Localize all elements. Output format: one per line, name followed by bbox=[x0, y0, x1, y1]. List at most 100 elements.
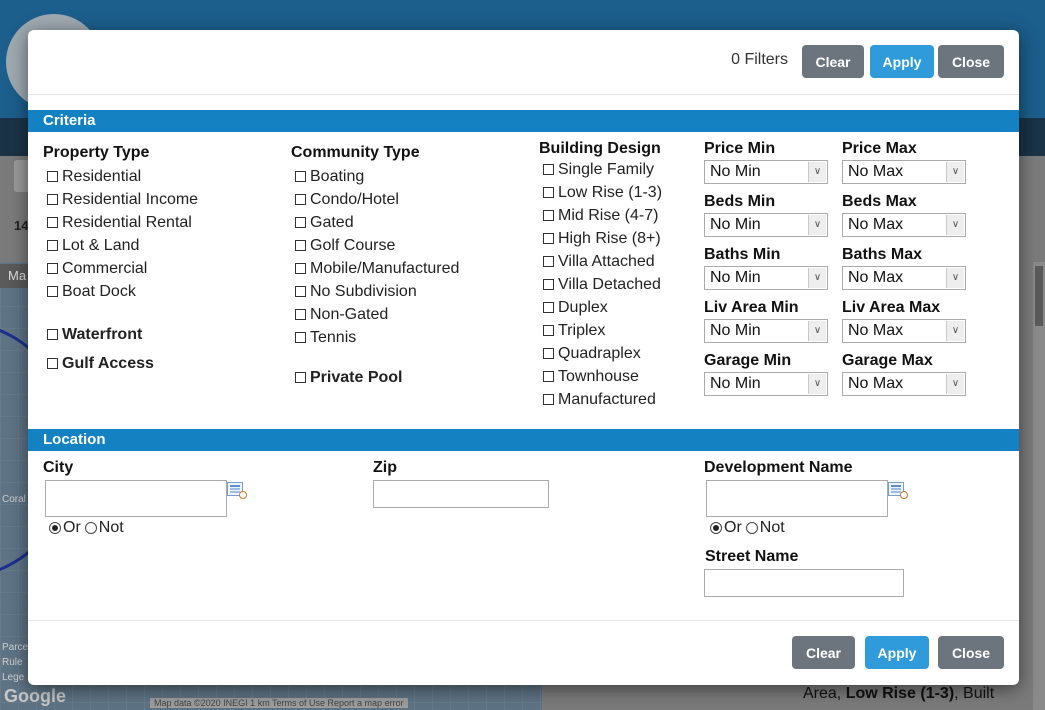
checkbox-residential-rental[interactable]: Residential Rental bbox=[43, 211, 198, 234]
garage-max-select[interactable]: No Max ∨ bbox=[842, 372, 966, 396]
footer-close-button[interactable]: Close bbox=[938, 636, 1004, 669]
checkbox-box[interactable] bbox=[295, 240, 306, 251]
chevron-down-icon[interactable]: ∨ bbox=[946, 215, 964, 235]
checkbox-golf-course[interactable]: Golf Course bbox=[291, 234, 459, 257]
checkbox-box[interactable] bbox=[295, 332, 306, 343]
checkbox-box[interactable] bbox=[543, 210, 554, 221]
chevron-down-icon[interactable]: ∨ bbox=[946, 162, 964, 182]
checkbox-box[interactable] bbox=[47, 194, 58, 205]
footer-apply-button[interactable]: Apply bbox=[865, 636, 929, 669]
garage-min-select[interactable]: No Min ∨ bbox=[704, 372, 828, 396]
chevron-down-icon[interactable]: ∨ bbox=[808, 162, 826, 182]
clear-button[interactable]: Clear bbox=[802, 45, 864, 78]
checkbox-label: Gulf Access bbox=[62, 354, 154, 372]
checkbox-label: Single Family bbox=[558, 160, 655, 178]
community-type-list: Boating Condo/Hotel Gated Golf Course Mobile… bbox=[291, 165, 459, 349]
city-not-radio[interactable] bbox=[84, 522, 97, 534]
chevron-down-icon[interactable]: ∨ bbox=[808, 321, 826, 341]
city-input[interactable] bbox=[45, 480, 227, 517]
beds-min-select[interactable]: No Min ∨ bbox=[704, 213, 828, 237]
checkbox-box[interactable] bbox=[295, 171, 306, 182]
checkbox-box[interactable] bbox=[543, 233, 554, 244]
checkbox-gated[interactable]: Gated bbox=[291, 211, 459, 234]
checkbox-single-family[interactable]: Single Family bbox=[539, 158, 662, 181]
price-min-select[interactable]: No Min ∨ bbox=[704, 160, 828, 184]
development-name-input[interactable] bbox=[706, 480, 888, 517]
checkbox-box[interactable] bbox=[295, 309, 306, 320]
baths-min-select[interactable]: No Min ∨ bbox=[704, 266, 828, 290]
apply-button[interactable]: Apply bbox=[870, 45, 934, 78]
checkbox-box[interactable] bbox=[543, 394, 554, 405]
development-not-radio[interactable] bbox=[745, 522, 758, 534]
checkbox-boating[interactable]: Boating bbox=[291, 165, 459, 188]
development-or-radio[interactable] bbox=[710, 522, 722, 534]
chevron-down-icon[interactable]: ∨ bbox=[946, 321, 964, 341]
checkbox-box[interactable] bbox=[47, 286, 58, 297]
baths-max-select[interactable]: No Max ∨ bbox=[842, 266, 966, 290]
checkbox-label: High Rise (8+) bbox=[558, 229, 661, 247]
checkbox-high-rise-8[interactable]: High Rise (8+) bbox=[539, 227, 662, 250]
checkbox-residential[interactable]: Residential bbox=[43, 165, 198, 188]
zip-input[interactable] bbox=[373, 480, 549, 508]
checkbox-box[interactable] bbox=[295, 217, 306, 228]
checkbox-private-pool[interactable]: Private Pool bbox=[291, 366, 459, 389]
checkbox-townhouse[interactable]: Townhouse bbox=[539, 365, 662, 388]
footer-clear-button[interactable]: Clear bbox=[792, 636, 855, 669]
checkbox-quadraplex[interactable]: Quadraplex bbox=[539, 342, 662, 365]
checkbox-box[interactable] bbox=[47, 329, 58, 340]
checkbox-box[interactable] bbox=[47, 171, 58, 182]
chevron-down-icon[interactable]: ∨ bbox=[808, 215, 826, 235]
checkbox-duplex[interactable]: Duplex bbox=[539, 296, 662, 319]
checkbox-boat-dock[interactable]: Boat Dock bbox=[43, 280, 198, 303]
checkbox-box[interactable] bbox=[295, 263, 306, 274]
checkbox-commercial[interactable]: Commercial bbox=[43, 257, 198, 280]
checkbox-box[interactable] bbox=[543, 187, 554, 198]
checkbox-triplex[interactable]: Triplex bbox=[539, 319, 662, 342]
checkbox-box[interactable] bbox=[543, 348, 554, 359]
checkbox-box[interactable] bbox=[543, 302, 554, 313]
checkbox-gulf-access[interactable]: Gulf Access bbox=[43, 349, 198, 378]
checkbox-manufactured[interactable]: Manufactured bbox=[539, 388, 662, 411]
checkbox-waterfront[interactable]: Waterfront bbox=[43, 320, 198, 349]
checkbox-tennis[interactable]: Tennis bbox=[291, 326, 459, 349]
checkbox-label: Low Rise (1-3) bbox=[558, 183, 663, 201]
chevron-down-icon[interactable]: ∨ bbox=[946, 268, 964, 288]
checkbox-no-subdivision[interactable]: No Subdivision bbox=[291, 280, 459, 303]
checkbox-lot-land[interactable]: Lot & Land bbox=[43, 234, 198, 257]
price-max-select[interactable]: No Max ∨ bbox=[842, 160, 966, 184]
checkbox-box[interactable] bbox=[295, 194, 306, 205]
checkbox-box[interactable] bbox=[543, 164, 554, 175]
checkbox-low-rise-1-3[interactable]: Low Rise (1-3) bbox=[539, 181, 662, 204]
chevron-down-icon[interactable]: ∨ bbox=[808, 374, 826, 394]
checkbox-villa-attached[interactable]: Villa Attached bbox=[539, 250, 662, 273]
close-button[interactable]: Close bbox=[938, 45, 1004, 78]
checkbox-box[interactable] bbox=[295, 372, 306, 383]
chevron-down-icon[interactable]: ∨ bbox=[946, 374, 964, 394]
map-control-label: Parce bbox=[2, 642, 29, 653]
checkbox-residential-income[interactable]: Residential Income bbox=[43, 188, 198, 211]
city-or-radio[interactable] bbox=[49, 522, 61, 534]
street-name-input[interactable] bbox=[704, 569, 904, 597]
checkbox-box[interactable] bbox=[295, 286, 306, 297]
checkbox-condo-hotel[interactable]: Condo/Hotel bbox=[291, 188, 459, 211]
development-lookup-icon[interactable] bbox=[888, 482, 908, 499]
checkbox-villa-detached[interactable]: Villa Detached bbox=[539, 273, 662, 296]
checkbox-mobile-manufactured[interactable]: Mobile/Manufactured bbox=[291, 257, 459, 280]
checkbox-box[interactable] bbox=[47, 240, 58, 251]
select-value: No Min bbox=[710, 322, 761, 339]
city-lookup-icon[interactable] bbox=[227, 482, 247, 499]
liv-area-max-select[interactable]: No Max ∨ bbox=[842, 319, 966, 343]
chevron-down-icon[interactable]: ∨ bbox=[808, 268, 826, 288]
checkbox-mid-rise-4-7[interactable]: Mid Rise (4-7) bbox=[539, 204, 662, 227]
select-value: No Max bbox=[848, 322, 904, 339]
checkbox-box[interactable] bbox=[47, 217, 58, 228]
checkbox-box[interactable] bbox=[543, 279, 554, 290]
beds-max-select[interactable]: No Max ∨ bbox=[842, 213, 966, 237]
checkbox-box[interactable] bbox=[47, 358, 58, 369]
checkbox-box[interactable] bbox=[543, 325, 554, 336]
checkbox-box[interactable] bbox=[543, 256, 554, 267]
checkbox-box[interactable] bbox=[543, 371, 554, 382]
checkbox-non-gated[interactable]: Non-Gated bbox=[291, 303, 459, 326]
liv-area-min-select[interactable]: No Min ∨ bbox=[704, 319, 828, 343]
checkbox-box[interactable] bbox=[47, 263, 58, 274]
